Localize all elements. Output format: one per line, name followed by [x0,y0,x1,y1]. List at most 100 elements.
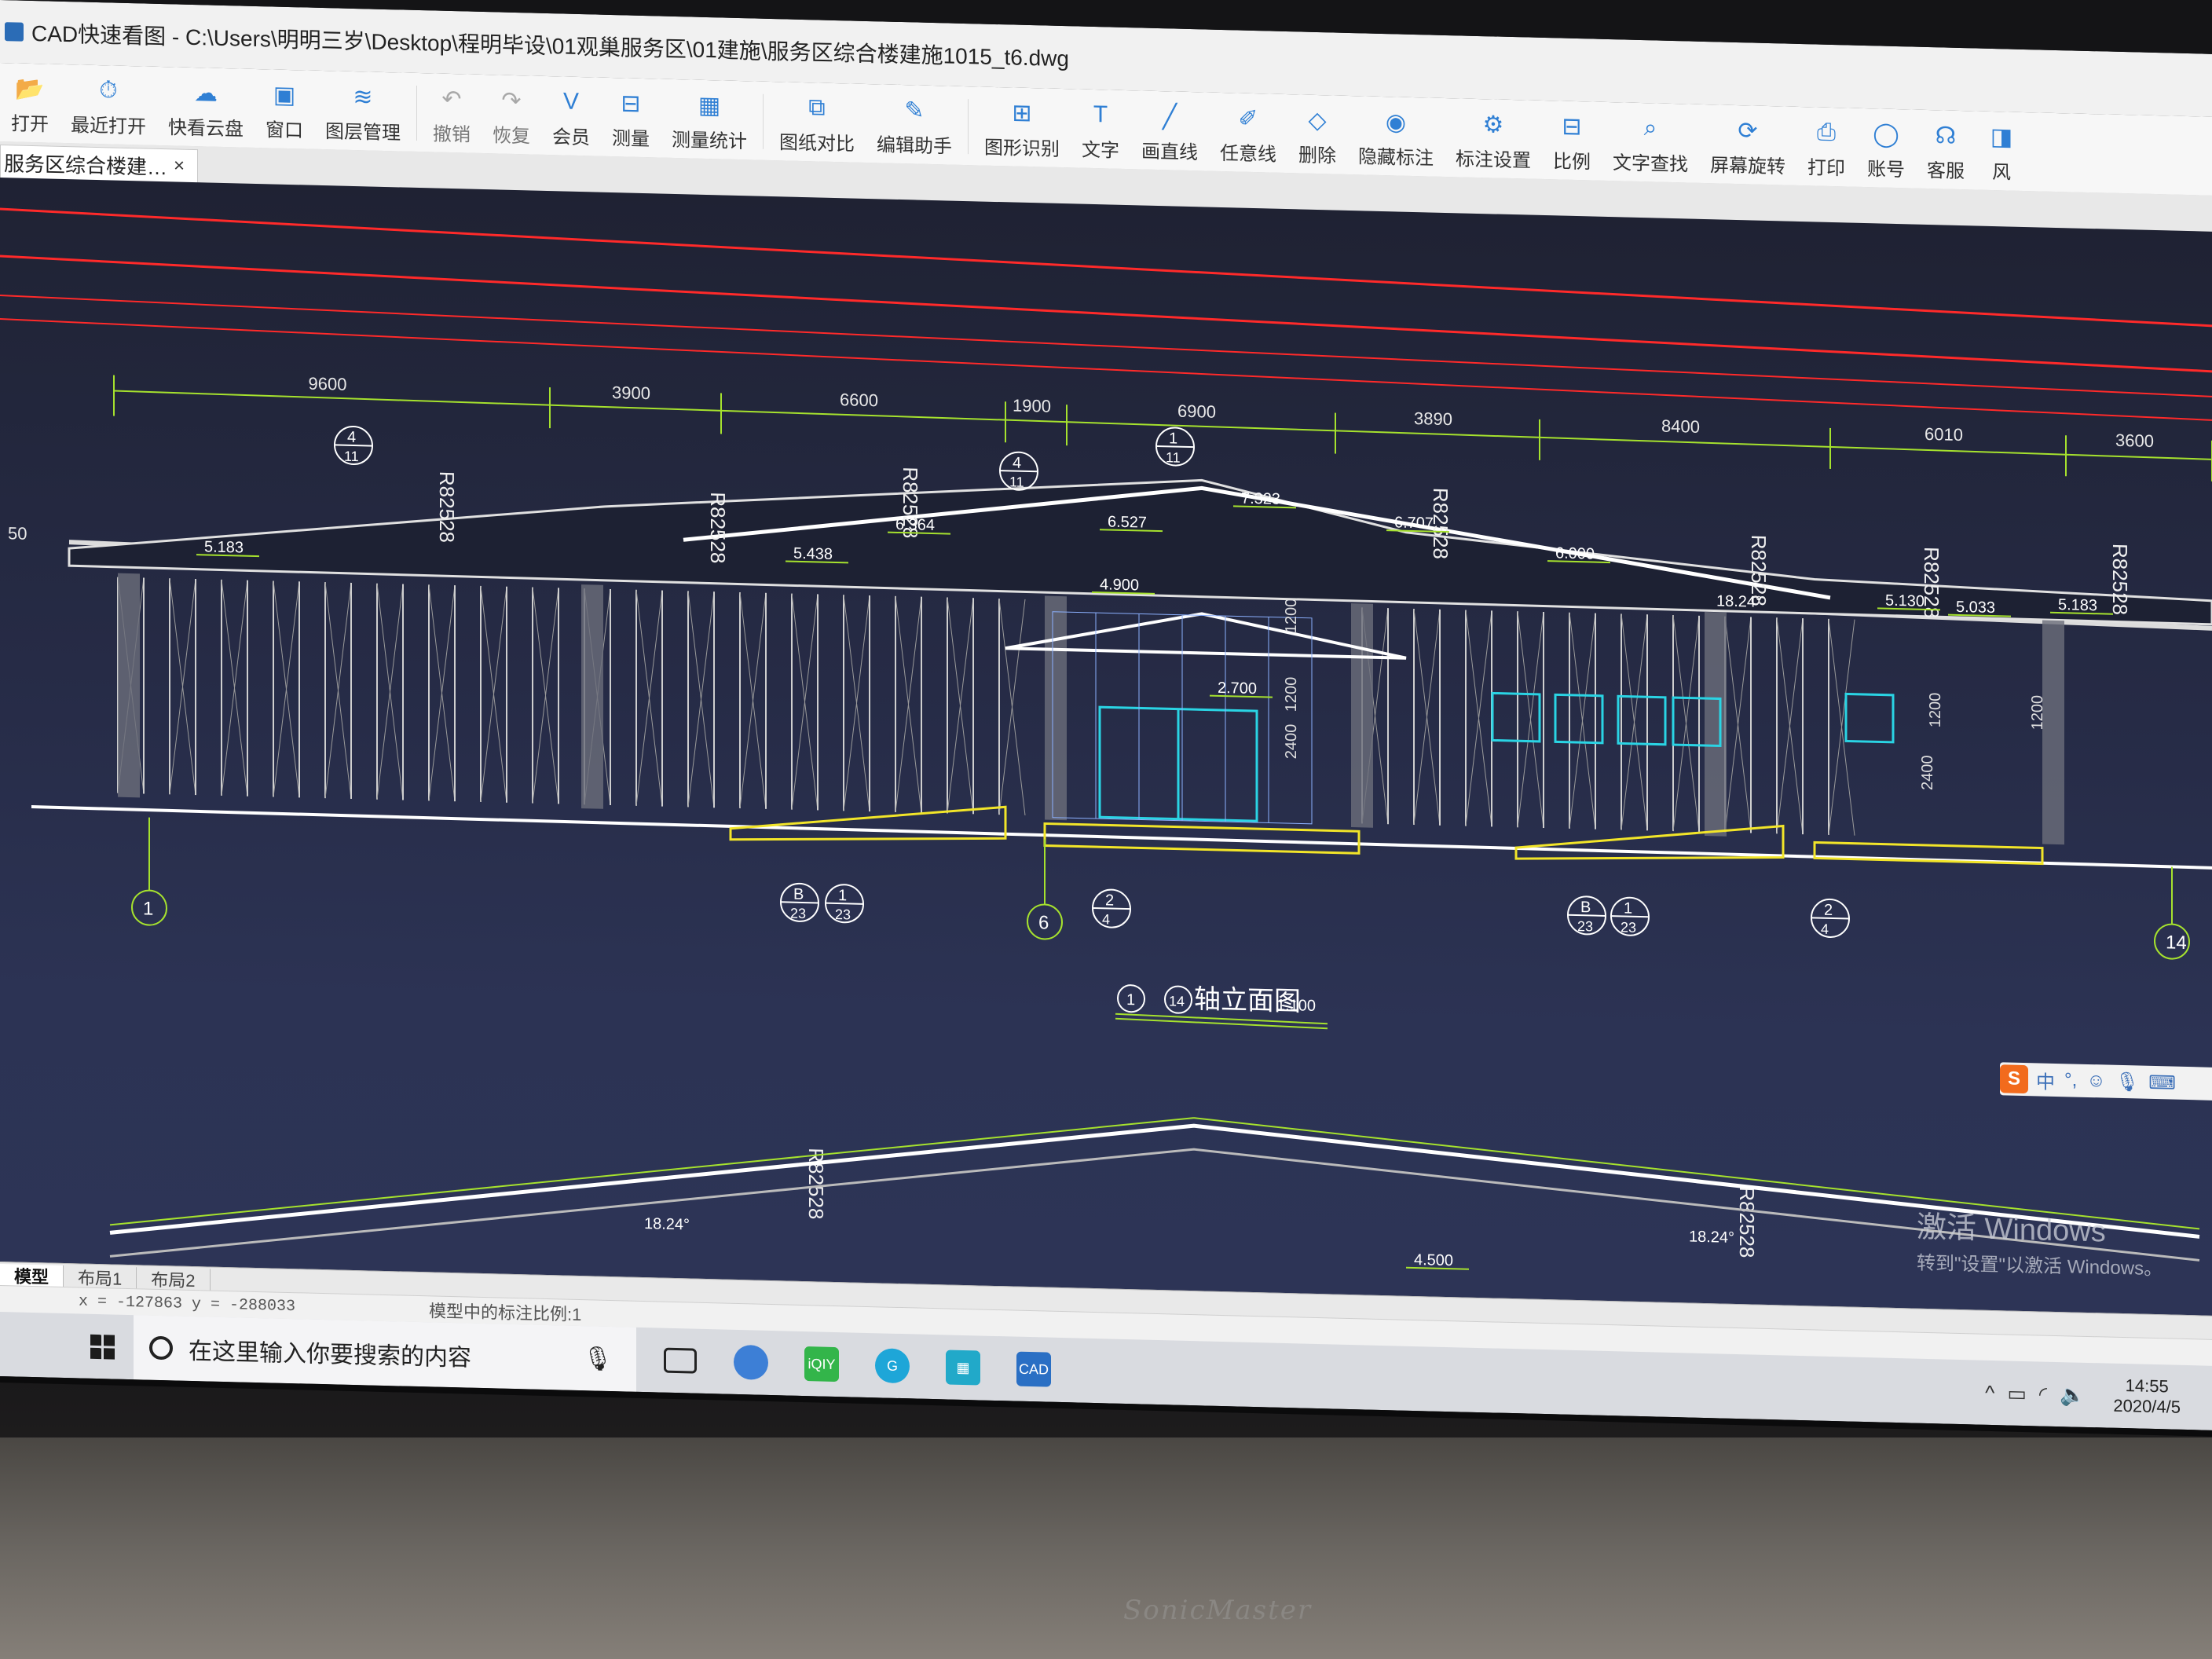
tool-annotation-settings-button[interactable]: ⚙ 标注设置 [1445,98,1542,179]
tool-edit-assistant-button[interactable]: ✎ 编辑助手 [866,84,963,165]
tool-text-button[interactable]: T 文字 [1071,89,1130,169]
taskbar-clock[interactable]: 14:55 2020/4/5 [2113,1375,2181,1418]
tool-account-button[interactable]: ◯ 账号 [1856,108,1916,189]
ime-keyboard-icon[interactable]: ⌨ [2148,1071,2176,1094]
tool-headset-button[interactable]: ☊ 客服 [1916,110,1976,190]
stone-column [1705,612,1727,837]
tool-layers-button[interactable]: ≋ 图层管理 [314,71,412,152]
tool-redo-button[interactable]: ↷ 恢复 [482,75,541,155]
dimension-label: 8400 [1661,416,1700,437]
tool-vip-button[interactable]: V 会员 [541,76,601,156]
line-icon: ╱ [1162,103,1177,130]
ime-emoji-icon[interactable]: ☺ [2086,1070,2106,1093]
tool-cloud-button[interactable]: ☁ 快看云盘 [157,67,255,148]
dimension-label: 3890 [1414,408,1452,429]
detail-bottom: 23 [790,906,806,921]
chevron-up-icon[interactable]: ^ [1985,1380,1994,1404]
tool-label: 客服 [1927,159,1965,183]
tool-compare-button[interactable]: ⧉ 图纸对比 [768,82,866,163]
tool-style-button[interactable]: ◨ 风 [1976,111,2027,191]
microphone-icon[interactable]: 🎙 [583,1345,613,1373]
detail-top: B [1580,899,1591,916]
lower-roof-ridge [109,1123,2200,1239]
elevation-label: 5.033 [1956,599,1995,617]
tool-window-button[interactable]: ▣ 窗口 [255,69,314,149]
battery-icon[interactable]: ▭ [2007,1381,2027,1406]
tool-scale-button[interactable]: ⊟ 比例 [1542,101,1602,181]
tool-measure-stats-button[interactable]: ▦ 测量统计 [661,79,758,160]
ground-line [31,804,2212,870]
start-button[interactable] [71,1313,134,1379]
tool-label: 标注设置 [1456,148,1531,172]
app-g-icon[interactable]: G [866,1333,919,1399]
tool-hide-annotation-button[interactable]: ◉ 隐藏标注 [1347,96,1445,177]
tool-rotate-screen-button[interactable]: ⟳ 屏幕旋转 [1699,104,1796,185]
stone-column [118,573,140,798]
elevation-label: 6.364 [895,516,935,534]
tool-label: 文字 [1082,139,1119,162]
toolbar-separator [763,93,764,149]
drawing-canvas[interactable]: 9600 3900 6600 1900 6900 3890 8400 6010 3600 R825… [0,178,2212,1316]
tool-label: 图形识别 [984,137,1060,160]
taskbar-search-box[interactable]: 在这里输入你要搜索的内容 🎙 [134,1315,636,1392]
ime-toolbar[interactable]: S 中 °, ☺ 🎙 ⌨ [2000,1062,2212,1101]
dimension-label: 3900 [612,383,650,403]
tool-line-button[interactable]: ╱ 画直线 [1130,90,1209,170]
tool-label: 图纸对比 [779,132,855,156]
elevation-label: 4.900 [1100,576,1139,594]
app-tile-icon[interactable]: ▦ [936,1335,990,1401]
tool-printer-button[interactable]: ⎙ 打印 [1796,107,1856,187]
tool-freehand-button[interactable]: ✐ 任意线 [1209,93,1287,173]
tool-clock-button[interactable]: ⏱ 最近打开 [60,64,157,145]
tool-label: 快看云盘 [168,117,244,141]
iqiyi-icon[interactable]: iQIY [795,1331,848,1397]
ime-mic-icon[interactable]: 🎙 [2115,1070,2139,1093]
tool-ruler-button[interactable]: ⊟ 测量 [601,78,661,158]
detail-top: 4 [347,429,356,446]
redo-icon: ↷ [501,87,522,114]
task-view-icon[interactable] [654,1328,707,1393]
cad-drawing[interactable]: 9600 3900 6600 1900 6900 3890 8400 6010 3600 R825… [0,178,2212,1316]
elevation-label: 5.130 [1885,592,1925,610]
volume-icon[interactable]: 🔈 [2060,1382,2085,1408]
layout-tab-1[interactable]: 布局1 [64,1265,137,1290]
radius-label: R82528 [804,1148,828,1220]
cad-app-icon [5,22,24,42]
elevation-label: 7.323 [1241,490,1280,508]
clock-icon: ⏱ [99,77,118,104]
red-guide-line [0,255,2212,373]
red-guide-line [0,207,2212,328]
ime-punctuation[interactable]: °, [2064,1069,2077,1091]
detail-top: 1 [1169,430,1177,447]
tool-text-search-button[interactable]: ⌕ 文字查找 [1602,102,1699,183]
tool-label: 恢复 [493,125,530,148]
style-icon: ◨ [1990,123,2013,151]
layout-tab-2[interactable]: 布局2 [137,1267,211,1291]
document-tab[interactable]: 服务区综合楼建… × [0,145,198,184]
printer-icon: ⎙ [1817,119,1836,146]
vertical-dimension: 1200 [1283,676,1300,712]
cortana-icon[interactable] [149,1335,173,1361]
elevation-label: 6.000 [1555,544,1595,562]
axis-number: 6 [1038,912,1049,933]
tool-shape-recognition-button[interactable]: ⊞ 图形识别 [973,86,1071,167]
detail-bottom: 4 [1102,911,1110,927]
elevation-label: 5.183 [204,538,244,556]
wifi-icon[interactable]: ◜ [2039,1382,2047,1406]
undo-icon: ↶ [441,86,462,112]
dimension-label: 3600 [2115,430,2154,451]
close-tab-icon[interactable]: × [174,155,185,177]
ime-language[interactable]: 中 [2036,1066,2055,1094]
account-icon: ◯ [1873,120,1899,148]
toolbar-separator [968,99,969,155]
cad-viewer-taskbar-icon[interactable]: CAD [1007,1336,1060,1402]
detail-bottom: 4 [1821,921,1829,937]
tool-eraser-button[interactable]: ◇ 删除 [1287,94,1347,174]
eraser-icon: ◇ [1308,107,1327,134]
tool-open-folder-button[interactable]: 📂 打开 [0,63,60,143]
cursor-coordinates: x = -127863 y = -288033 [79,1291,296,1316]
detail-bottom: 11 [344,449,359,464]
browser-icon[interactable] [724,1330,778,1396]
layout-tab-0[interactable]: 模型 [0,1264,64,1287]
tool-undo-button[interactable]: ↶ 撤销 [422,73,482,153]
